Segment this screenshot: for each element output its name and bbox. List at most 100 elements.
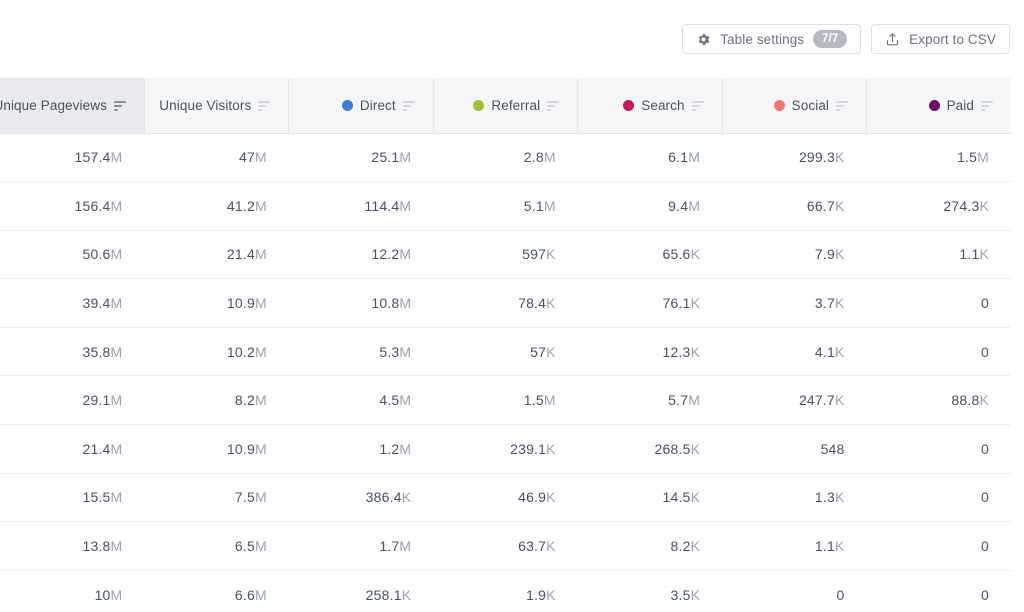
cell-paid: 0: [866, 424, 1011, 474]
export-csv-label: Export to CSV: [909, 31, 996, 47]
cell-paid: 1.1K: [866, 230, 1011, 280]
upload-icon: [885, 32, 900, 47]
cell-unique_pageviews: 13.8M: [0, 521, 145, 571]
sort-icon[interactable]: [981, 100, 993, 111]
column-header-label: Referral: [491, 97, 541, 113]
cell-search: 14.5K: [577, 473, 723, 523]
data-table-container: Unique Pageviews Unique Visitors Direct Ref…: [0, 78, 1011, 612]
cell-unique_visitors: 10.9M: [144, 278, 289, 328]
column-header-unique_visitors[interactable]: Unique Visitors: [143, 78, 289, 134]
table-settings-button[interactable]: Table settings 7/7: [682, 24, 862, 54]
cell-unique_pageviews: 39.4M: [0, 278, 145, 328]
column-header-referral[interactable]: Referral: [432, 78, 578, 134]
column-header-label: Unique Visitors: [159, 97, 252, 113]
cell-unique_pageviews: 10M: [0, 570, 145, 612]
channel-dot-search: [623, 99, 635, 111]
sort-icon[interactable]: [258, 100, 271, 111]
cell-unique_visitors: 21.4M: [144, 230, 289, 280]
column-header-label: Direct: [359, 97, 396, 113]
cell-referral: 2.8M: [433, 133, 578, 183]
traffic-channels-table: Unique Pageviews Unique Visitors Direct Ref…: [0, 78, 1011, 612]
cell-social: 548: [722, 424, 867, 474]
cell-direct: 4.5M: [288, 375, 434, 426]
cell-paid: 0: [866, 473, 1011, 523]
cell-search: 5.7M: [577, 375, 723, 426]
cell-search: 65.6K: [577, 230, 723, 280]
cell-unique_pageviews: 21.4M: [0, 424, 145, 474]
cell-direct: 25.1M: [288, 133, 434, 183]
cell-search: 12.3K: [577, 327, 723, 377]
cell-referral: 1.5M: [433, 375, 578, 426]
cell-social: 4.1K: [722, 327, 867, 377]
table-toolbar: Table settings 7/7 Export to CSV: [0, 0, 1024, 78]
cell-direct: 1.2M: [288, 424, 434, 474]
cell-social: 1.3K: [722, 473, 867, 523]
channel-dot-referral: [473, 99, 485, 111]
table-body: 157.4M 47M 25.1M 2.8M 6.1M 299.3K 1.5M 156.4M 41…: [0, 133, 1011, 612]
cell-referral: 1.9K: [433, 570, 578, 612]
table-row[interactable]: 157.4M 47M 25.1M 2.8M 6.1M 299.3K 1.5M: [0, 133, 1011, 183]
cell-unique_visitors: 6.6M: [144, 570, 289, 612]
cell-direct: 258.1K: [288, 570, 434, 612]
cell-referral: 5.1M: [433, 181, 578, 231]
cell-unique_visitors: 47M: [144, 133, 289, 183]
cell-direct: 5.3M: [288, 327, 434, 377]
column-header-social[interactable]: Social: [721, 78, 867, 134]
cell-social: 1.1K: [722, 521, 867, 571]
column-header-unique_pageviews[interactable]: Unique Pageviews: [0, 78, 145, 134]
cell-unique_visitors: 8.2M: [144, 375, 289, 426]
cell-paid: 0: [866, 327, 1011, 377]
cell-unique_visitors: 41.2M: [144, 181, 289, 231]
cell-search: 268.5K: [577, 424, 723, 474]
table-row[interactable]: 35.8M 10.2M 5.3M 57K 12.3K 4.1K 0: [0, 327, 1011, 377]
column-header-direct[interactable]: Direct: [288, 78, 434, 134]
cell-paid: 88.8K: [866, 375, 1011, 426]
column-header-label: Social: [791, 97, 830, 113]
sort-icon[interactable]: [547, 100, 560, 111]
column-header-search[interactable]: Search: [577, 78, 723, 134]
cell-paid: 0: [866, 521, 1011, 571]
cell-direct: 386.4K: [288, 473, 434, 523]
sort-icon[interactable]: [402, 100, 415, 111]
sort-icon[interactable]: [691, 100, 704, 111]
cell-social: 247.7K: [722, 375, 867, 426]
cell-search: 8.2K: [577, 521, 723, 571]
table-row[interactable]: 10M 6.6M 258.1K 1.9K 3.5K 0 0: [0, 570, 1011, 612]
cell-direct: 12.2M: [288, 230, 434, 280]
sort-icon[interactable]: [836, 100, 849, 111]
column-header-label: Paid: [946, 97, 974, 113]
cell-direct: 114.4M: [288, 181, 434, 231]
table-row[interactable]: 156.4M 41.2M 114.4M 5.1M 9.4M 66.7K 274.3K: [0, 181, 1011, 231]
cell-social: 0: [722, 570, 867, 612]
cell-unique_visitors: 7.5M: [144, 473, 289, 523]
cell-paid: 274.3K: [866, 181, 1011, 231]
table-row[interactable]: 21.4M 10.9M 1.2M 239.1K 268.5K 548 0: [0, 424, 1011, 474]
column-header-paid[interactable]: Paid: [866, 78, 1011, 134]
cell-unique_visitors: 10.9M: [144, 424, 289, 474]
cell-unique_pageviews: 157.4M: [0, 133, 145, 183]
table-row[interactable]: 50.6M 21.4M 12.2M 597K 65.6K 7.9K 1.1K: [0, 230, 1011, 280]
cell-unique_pageviews: 156.4M: [0, 181, 145, 231]
cell-referral: 78.4K: [433, 278, 578, 328]
cell-search: 6.1M: [577, 133, 723, 183]
table-row[interactable]: 39.4M 10.9M 10.8M 78.4K 76.1K 3.7K 0: [0, 278, 1011, 328]
cell-unique_pageviews: 50.6M: [0, 230, 145, 280]
sort-icon[interactable]: [113, 100, 126, 111]
cell-referral: 46.9K: [433, 473, 578, 523]
column-header-label: Unique Pageviews: [0, 97, 107, 113]
cell-direct: 1.7M: [288, 521, 434, 571]
table-settings-badge: 7/7: [813, 30, 848, 48]
cell-social: 7.9K: [722, 230, 867, 280]
cell-unique_pageviews: 35.8M: [0, 327, 145, 377]
table-row[interactable]: 15.5M 7.5M 386.4K 46.9K 14.5K 1.3K 0: [0, 473, 1011, 523]
table-row[interactable]: 29.1M 8.2M 4.5M 1.5M 5.7M 247.7K 88.8K: [0, 375, 1011, 426]
cell-unique_visitors: 10.2M: [144, 327, 289, 377]
cell-social: 66.7K: [722, 181, 867, 231]
table-row[interactable]: 13.8M 6.5M 1.7M 63.7K 8.2K 1.1K 0: [0, 521, 1011, 571]
cell-referral: 63.7K: [433, 521, 578, 571]
export-csv-button[interactable]: Export to CSV: [871, 24, 1010, 54]
cell-social: 299.3K: [722, 133, 867, 183]
cell-social: 3.7K: [722, 278, 867, 328]
cell-paid: 1.5M: [866, 133, 1011, 183]
cell-paid: 0: [866, 570, 1011, 612]
